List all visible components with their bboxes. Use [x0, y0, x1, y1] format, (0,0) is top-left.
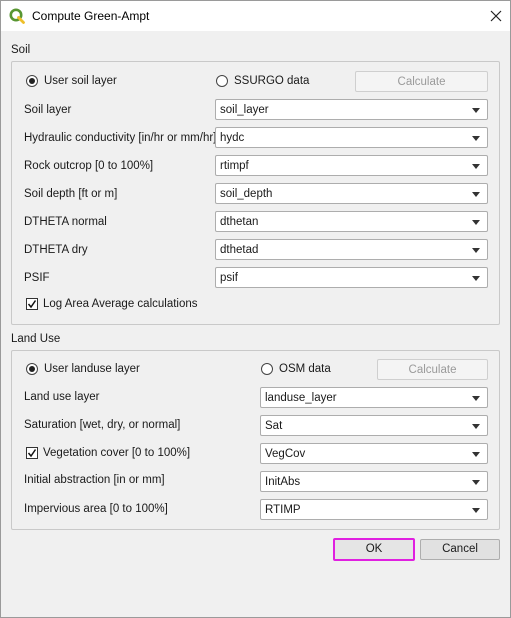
- rock-outcrop-value: rtimpf: [220, 160, 249, 172]
- ok-button[interactable]: OK: [333, 538, 415, 561]
- psif-combo[interactable]: psif: [215, 267, 488, 288]
- chevron-down-icon: [472, 480, 480, 485]
- chevron-down-icon: [472, 452, 480, 457]
- land-use-layer-value: landuse_layer: [265, 392, 337, 404]
- landuse-section-label: Land Use: [11, 333, 61, 345]
- dtheta-normal-value: dthetan: [220, 216, 259, 228]
- rock-outcrop-label: Rock outcrop [0 to 100%]: [24, 160, 154, 172]
- dtheta-normal-label: DTHETA normal: [24, 216, 107, 228]
- saturation-combo[interactable]: Sat: [260, 415, 488, 436]
- rock-outcrop-combo[interactable]: rtimpf: [215, 155, 488, 176]
- chevron-down-icon: [472, 396, 480, 401]
- title-bar: Compute Green-Ampt: [1, 1, 510, 31]
- chevron-down-icon: [472, 192, 480, 197]
- user-soil-layer-radio[interactable]: [26, 75, 38, 87]
- dtheta-dry-label: DTHETA dry: [24, 244, 88, 256]
- land-use-layer-label: Land use layer: [24, 391, 100, 403]
- hydraulic-conductivity-combo[interactable]: hydc: [215, 127, 488, 148]
- soil-layer-value: soil_layer: [220, 104, 269, 116]
- ssurgo-data-radio[interactable]: [216, 75, 228, 87]
- soil-depth-value: soil_depth: [220, 188, 273, 200]
- dtheta-dry-combo[interactable]: dthetad: [215, 239, 488, 260]
- user-landuse-layer-label: User landuse layer: [44, 363, 140, 375]
- soil-layer-combo[interactable]: soil_layer: [215, 99, 488, 120]
- close-icon[interactable]: [486, 6, 506, 26]
- user-soil-layer-label: User soil layer: [44, 75, 117, 87]
- dialog-window: Compute Green-Ampt Soil User soil layer …: [0, 0, 511, 618]
- vegetation-cover-checkbox[interactable]: [26, 447, 38, 459]
- vegetation-cover-label: Vegetation cover [0 to 100%]: [43, 447, 191, 459]
- soil-depth-combo[interactable]: soil_depth: [215, 183, 488, 204]
- chevron-down-icon: [472, 508, 480, 513]
- psif-value: psif: [220, 272, 238, 284]
- chevron-down-icon: [472, 424, 480, 429]
- vegetation-cover-combo[interactable]: VegCov: [260, 443, 488, 464]
- chevron-down-icon: [472, 108, 480, 113]
- soil-calculate-button[interactable]: Calculate: [355, 71, 488, 92]
- impervious-area-label: Impervious area [0 to 100%]: [24, 503, 168, 515]
- dtheta-dry-value: dthetad: [220, 244, 259, 256]
- dtheta-normal-combo[interactable]: dthetan: [215, 211, 488, 232]
- log-area-average-checkbox[interactable]: [26, 298, 38, 310]
- landuse-calculate-button[interactable]: Calculate: [377, 359, 488, 380]
- land-use-layer-combo[interactable]: landuse_layer: [260, 387, 488, 408]
- chevron-down-icon: [472, 220, 480, 225]
- checkmark-icon: [27, 449, 37, 458]
- qgis-logo-icon: [9, 8, 25, 24]
- soil-depth-label: Soil depth [ft or m]: [24, 188, 118, 200]
- chevron-down-icon: [472, 136, 480, 141]
- impervious-area-value: RTIMP: [265, 504, 301, 516]
- landuse-calculate-label: Calculate: [408, 364, 457, 376]
- initial-abstraction-value: InitAbs: [265, 476, 301, 488]
- chevron-down-icon: [472, 276, 480, 281]
- impervious-area-combo[interactable]: RTIMP: [260, 499, 488, 520]
- soil-section-label: Soil: [11, 44, 31, 56]
- cancel-label: Cancel: [442, 543, 478, 555]
- hydraulic-conductivity-label: Hydraulic conductivity [in/hr or mm/hr]: [24, 132, 217, 144]
- osm-data-radio[interactable]: [261, 363, 273, 375]
- ssurgo-data-label: SSURGO data: [234, 75, 310, 87]
- initial-abstraction-combo[interactable]: InitAbs: [260, 471, 488, 492]
- checkmark-icon: [27, 300, 37, 309]
- psif-label: PSIF: [24, 272, 50, 284]
- chevron-down-icon: [472, 248, 480, 253]
- hydraulic-conductivity-value: hydc: [220, 132, 245, 144]
- osm-data-label: OSM data: [279, 363, 331, 375]
- chevron-down-icon: [472, 164, 480, 169]
- soil-layer-label: Soil layer: [24, 104, 72, 116]
- cancel-button[interactable]: Cancel: [420, 539, 500, 560]
- saturation-value: Sat: [265, 420, 283, 432]
- ok-label: OK: [365, 543, 383, 555]
- initial-abstraction-label: Initial abstraction [in or mm]: [24, 474, 165, 486]
- saturation-label: Saturation [wet, dry, or normal]: [24, 419, 181, 431]
- user-landuse-layer-radio[interactable]: [26, 363, 38, 375]
- window-title: Compute Green-Ampt: [32, 9, 150, 23]
- vegetation-cover-value: VegCov: [265, 448, 306, 460]
- soil-calculate-label: Calculate: [397, 76, 446, 88]
- log-area-average-label: Log Area Average calculations: [43, 298, 198, 310]
